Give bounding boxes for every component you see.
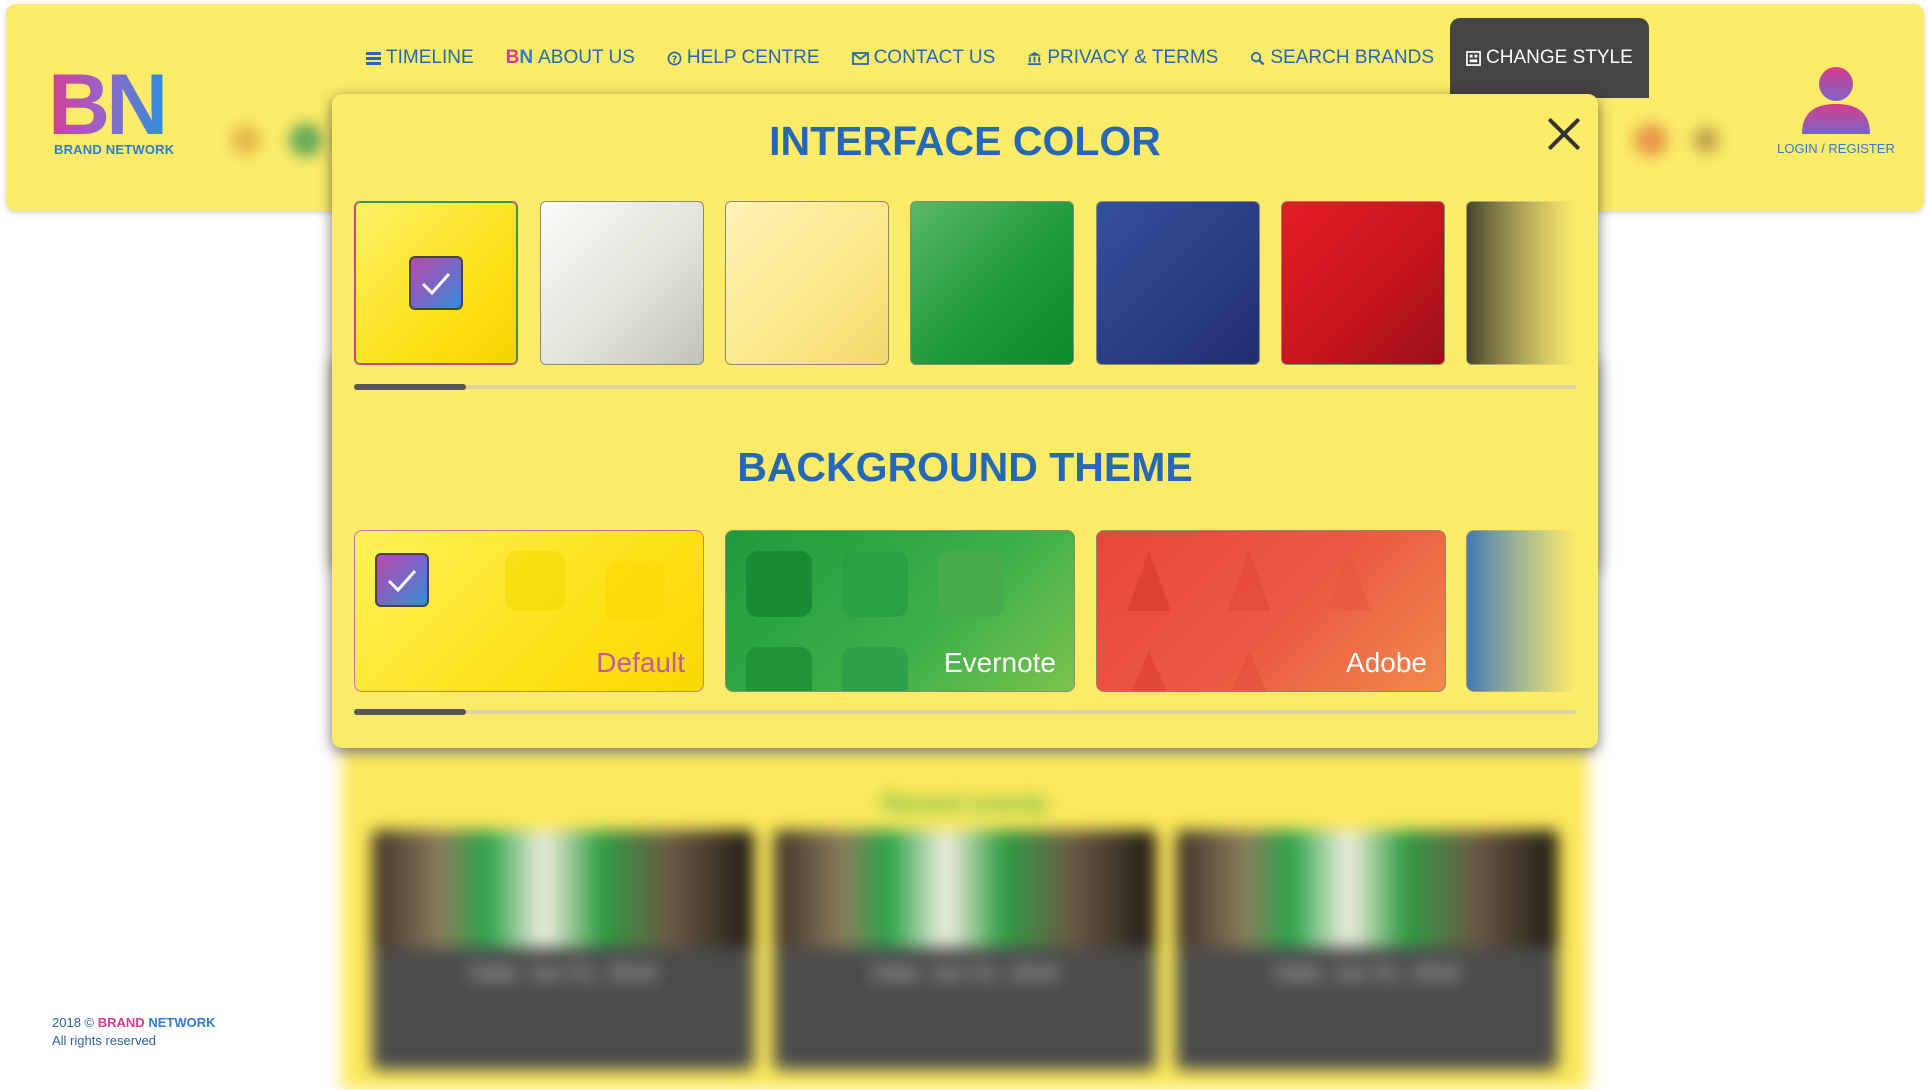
check-icon	[375, 553, 429, 607]
event-photo	[774, 830, 1156, 948]
login-register-label: LOGIN / REGISTER	[1777, 141, 1895, 156]
nav-change-style-label: CHANGE STYLE	[1486, 47, 1633, 68]
interface-color-title: INTERFACE COLOR	[769, 118, 1161, 164]
svg-text:?: ?	[672, 54, 677, 65]
scroll-thumb[interactable]	[354, 384, 466, 390]
nav-timeline-label: TIMELINE	[386, 47, 474, 68]
list-icon	[366, 51, 381, 65]
envelope-icon	[851, 51, 869, 65]
background-theme-row: Default Evernote Adobe	[354, 530, 1576, 700]
recent-events-title: Recent events	[881, 788, 1049, 818]
event-photo	[372, 830, 754, 948]
nav-help-centre[interactable]: ? HELP CENTRE	[651, 18, 836, 98]
nav-privacy-terms[interactable]: PRIVACY & TERMS	[1011, 18, 1234, 98]
check-icon	[409, 256, 463, 310]
color-swatch-red[interactable]	[1281, 201, 1445, 365]
palette-icon	[1466, 50, 1481, 66]
footer-brand: BRAND NETWORK	[98, 1015, 216, 1030]
event-card: Date: Jun 01, 2018	[372, 830, 754, 1070]
background-theme-title: BACKGROUND THEME	[737, 444, 1193, 490]
blurred-decor-right	[1618, 122, 1728, 158]
pattern-tile	[605, 561, 665, 621]
logo-letters: BN	[48, 57, 168, 153]
nav-timeline[interactable]: TIMELINE	[350, 18, 490, 98]
interface-color-row	[354, 201, 1576, 371]
search-icon	[1250, 51, 1265, 66]
pattern-tile	[938, 551, 1004, 617]
theme-default-label: Default	[596, 647, 685, 678]
logo-text: BRAND NETWORK	[54, 142, 175, 157]
scroll-thumb[interactable]	[354, 709, 466, 715]
pattern-tile	[746, 551, 812, 617]
nav-about-us-label: ABOUT US	[538, 47, 635, 68]
nav-search-brands[interactable]: SEARCH BRANDS	[1234, 18, 1450, 98]
user-icon	[1802, 67, 1870, 134]
footer-brand-a: BRAND	[97, 1015, 145, 1030]
event-card: Date: Jun 01, 2018	[774, 830, 1156, 1070]
bn-mini-logo: BN	[505, 47, 534, 68]
copyright-year: 2018 ©	[52, 1015, 95, 1030]
theme-evernote-label: Evernote	[943, 647, 1056, 678]
question-circle-icon: ?	[667, 51, 682, 66]
nav-help-centre-label: HELP CENTRE	[686, 47, 820, 68]
footer-brand-b: NETWORK	[148, 1015, 216, 1030]
color-swatch-green[interactable]	[910, 201, 1074, 365]
pattern-tile	[842, 647, 908, 691]
footer: 2018 © BRAND NETWORK All rights reserved	[52, 1014, 216, 1050]
rights-text: All rights reserved	[52, 1033, 157, 1048]
interface-color-scrollbar[interactable]	[354, 384, 1576, 390]
nav-search-brands-label: SEARCH BRANDS	[1270, 47, 1435, 68]
bank-icon	[1027, 51, 1042, 66]
color-swatch-navy[interactable]	[1096, 201, 1260, 365]
theme-adobe[interactable]: Adobe	[1096, 530, 1446, 692]
color-swatch-silver[interactable]	[540, 201, 704, 365]
theme-default[interactable]: Default	[354, 530, 704, 692]
event-caption: Date: Jun 01, 2018	[774, 948, 1156, 1070]
color-swatch-black[interactable]	[1466, 201, 1576, 365]
nav-privacy-terms-label: PRIVACY & TERMS	[1047, 47, 1219, 68]
nav-change-style[interactable]: CHANGE STYLE	[1450, 18, 1649, 98]
theme-adobe-label: Adobe	[1346, 647, 1427, 678]
event-caption: Date: Jun 01, 2018	[372, 948, 754, 1070]
color-swatch-light-yellow[interactable]	[725, 201, 889, 365]
nav-contact-us-label: CONTACT US	[873, 47, 996, 68]
nav-about-us[interactable]: BN ABOUT US	[490, 18, 651, 98]
login-register[interactable]: LOGIN / REGISTER	[1770, 66, 1902, 156]
pattern-tile	[746, 647, 812, 691]
event-caption: Date: Jun 01, 2018	[1176, 948, 1558, 1070]
background-theme-scrollbar[interactable]	[354, 709, 1576, 715]
theme-evernote[interactable]: Evernote	[725, 530, 1075, 692]
event-photo	[1176, 830, 1558, 948]
brand-logo[interactable]: BN BRAND NETWORK	[48, 62, 188, 162]
blurred-decor-left	[222, 122, 342, 158]
copyright-line: 2018 © BRAND NETWORK	[52, 1014, 216, 1032]
theme-blue[interactable]	[1466, 530, 1576, 692]
pattern-tile	[505, 551, 565, 611]
change-style-modal: INTERFACE COLOR BACKGROUND THEME Default	[332, 94, 1598, 748]
main-nav: TIMELINE BN ABOUT US ? HELP CENTRE CONTA…	[350, 18, 1649, 98]
nav-contact-us[interactable]: CONTACT US	[836, 18, 1012, 98]
color-swatch-yellow[interactable]	[354, 201, 518, 365]
pattern-tile	[842, 551, 908, 617]
event-card: Date: Jun 01, 2018	[1176, 830, 1558, 1070]
